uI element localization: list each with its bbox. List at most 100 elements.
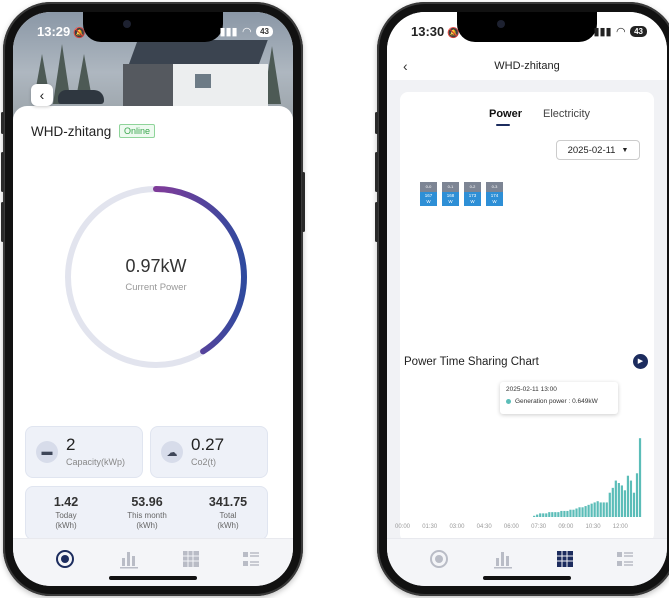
system-icons: ▮▮▮ ◠ 43 [593, 25, 647, 38]
solar-panel-tile[interactable]: 0-3 174 W [486, 182, 503, 206]
x-tick-label: 12:00 [612, 524, 628, 530]
volume-up-button [375, 152, 378, 192]
solar-panel-tile[interactable]: 0-1 168 W [442, 182, 459, 206]
mute-switch [375, 112, 378, 134]
panel-grid-icon[interactable] [181, 549, 201, 569]
status-bar: 13:30 🔕 ▮▮▮ ◠ 43 [387, 24, 667, 44]
chart-tooltip: 2025-02-11 13:00 Generation power : 0.64… [500, 382, 618, 414]
panel-grid-icon[interactable] [555, 549, 575, 569]
tab-electricity[interactable]: Electricity [543, 108, 590, 120]
chart-bar [542, 513, 545, 517]
tab-power[interactable]: Power [489, 108, 522, 120]
panel-id: 0-2 [464, 182, 481, 192]
date-value: 2025-02-11 [567, 144, 616, 156]
bar-chart-icon[interactable] [119, 549, 139, 569]
x-tick-label: 10:30 [585, 524, 601, 530]
chart-bar [569, 509, 572, 517]
chart-bar [632, 492, 636, 517]
right-screen: 13:30 🔕 ▮▮▮ ◠ 43 ‹ WHD-zhitang Power Elec… [387, 12, 667, 586]
nav-header: ‹ WHD-zhitang [387, 52, 667, 80]
chart-bar [614, 480, 617, 517]
panel-unit: W [448, 199, 453, 204]
station-sheet: WHD-zhitang Online 0.97kW Current Power … [13, 106, 293, 548]
capacity-card[interactable]: ▬ 2 Capacity(kWp) [25, 426, 143, 478]
capacity-icon: ▬ [36, 441, 58, 463]
status-time: 13:30 🔕 [411, 24, 460, 39]
power-gauge [65, 186, 247, 368]
signal-icon: ▮▮▮ [593, 26, 612, 38]
back-button[interactable]: ‹ [31, 84, 53, 106]
chart-bar [563, 510, 566, 517]
chart-bar [620, 485, 623, 517]
battery-icon: 43 [256, 26, 273, 37]
solar-panel-tile[interactable]: 0-0 167 W [420, 182, 437, 206]
chart-bar [617, 483, 620, 517]
house-garage [123, 64, 173, 108]
energy-month-label: This month [127, 511, 167, 520]
panel-unit: W [426, 199, 431, 204]
home-indicator [483, 576, 571, 580]
chart-bar [635, 473, 639, 517]
chart-bar [548, 512, 551, 517]
energy-card[interactable]: 1.42 Today (kWh) 53.96 This month (kWh) … [25, 486, 268, 540]
co2-label: Co2(t) [191, 457, 217, 467]
panel-reading: 168 W [442, 192, 459, 206]
bar-chart-icon[interactable] [493, 549, 513, 569]
list-icon[interactable] [241, 549, 261, 569]
left-phone: 13:29 🔕 ▮▮▮ ◠ 43 ‹ WHD-zhitang Online 0.… [1, 2, 305, 596]
co2-card[interactable]: ☁ 0.27 Co2(t) [150, 426, 268, 478]
status-time-text: 13:29 [37, 24, 71, 39]
tooltip-time: 2025-02-11 13:00 [506, 386, 557, 393]
energy-today-value: 1.42 [53, 495, 79, 509]
list-icon[interactable] [615, 549, 635, 569]
energy-total-value: 341.75 [208, 495, 248, 509]
energy-today-label: Today [55, 511, 77, 520]
play-icon[interactable]: ▶ [633, 354, 648, 369]
dashboard-icon[interactable] [55, 549, 75, 569]
chart-bar [599, 502, 602, 517]
tab-bar [13, 538, 293, 586]
status-bar: 13:29 🔕 ▮▮▮ ◠ 43 [13, 24, 293, 44]
home-indicator [109, 576, 197, 580]
chart-bar [608, 492, 611, 517]
chart-bar [572, 509, 575, 517]
series-dot [506, 399, 511, 404]
energy-today: 1.42 Today (kWh) [26, 495, 106, 531]
chart-bar [557, 512, 560, 517]
chart-bar [605, 502, 608, 517]
energy-month-value: 53.96 [131, 495, 163, 509]
x-tick-label: 07:30 [531, 524, 547, 530]
tab-bar [387, 538, 667, 586]
energy-month: 53.96 This month (kWh) [107, 495, 187, 531]
chart-bar [587, 504, 590, 517]
chart-bar [629, 480, 633, 517]
wifi-icon: ◠ [616, 26, 626, 38]
chart-bar [554, 512, 557, 517]
panel-unit: W [470, 199, 475, 204]
chart-bar [545, 513, 548, 517]
status-badge: Online [119, 124, 156, 138]
chart-bar [626, 475, 630, 517]
panel-unit: W [492, 199, 497, 204]
panel-reading: 174 W [486, 192, 503, 206]
volume-down-button [375, 202, 378, 242]
chart-bar [575, 508, 578, 517]
energy-total: 341.75 Total (kWh) [188, 495, 268, 531]
chart-title: Power Time Sharing Chart [404, 356, 539, 368]
chart-bar [566, 510, 569, 517]
chart-bar [551, 512, 554, 517]
caret-down-icon: ▼ [621, 146, 629, 154]
chart-bar [578, 507, 581, 517]
solar-panel-tile[interactable]: 0-2 173 W [464, 182, 481, 206]
page-title: WHD-zhitang [494, 60, 560, 72]
capacity-label: Capacity(kWp) [66, 457, 126, 467]
volume-up-button [1, 152, 4, 192]
dashboard-icon[interactable] [429, 549, 449, 569]
chart-bar [593, 502, 596, 517]
date-selector[interactable]: 2025-02-11 ▼ [556, 140, 640, 160]
battery-icon: 43 [630, 26, 647, 37]
chart-bar [590, 503, 593, 517]
current-power-label: Current Power [125, 282, 187, 293]
wifi-icon: ◠ [242, 26, 252, 38]
right-phone: 13:30 🔕 ▮▮▮ ◠ 43 ‹ WHD-zhitang Power Elec… [375, 2, 669, 596]
